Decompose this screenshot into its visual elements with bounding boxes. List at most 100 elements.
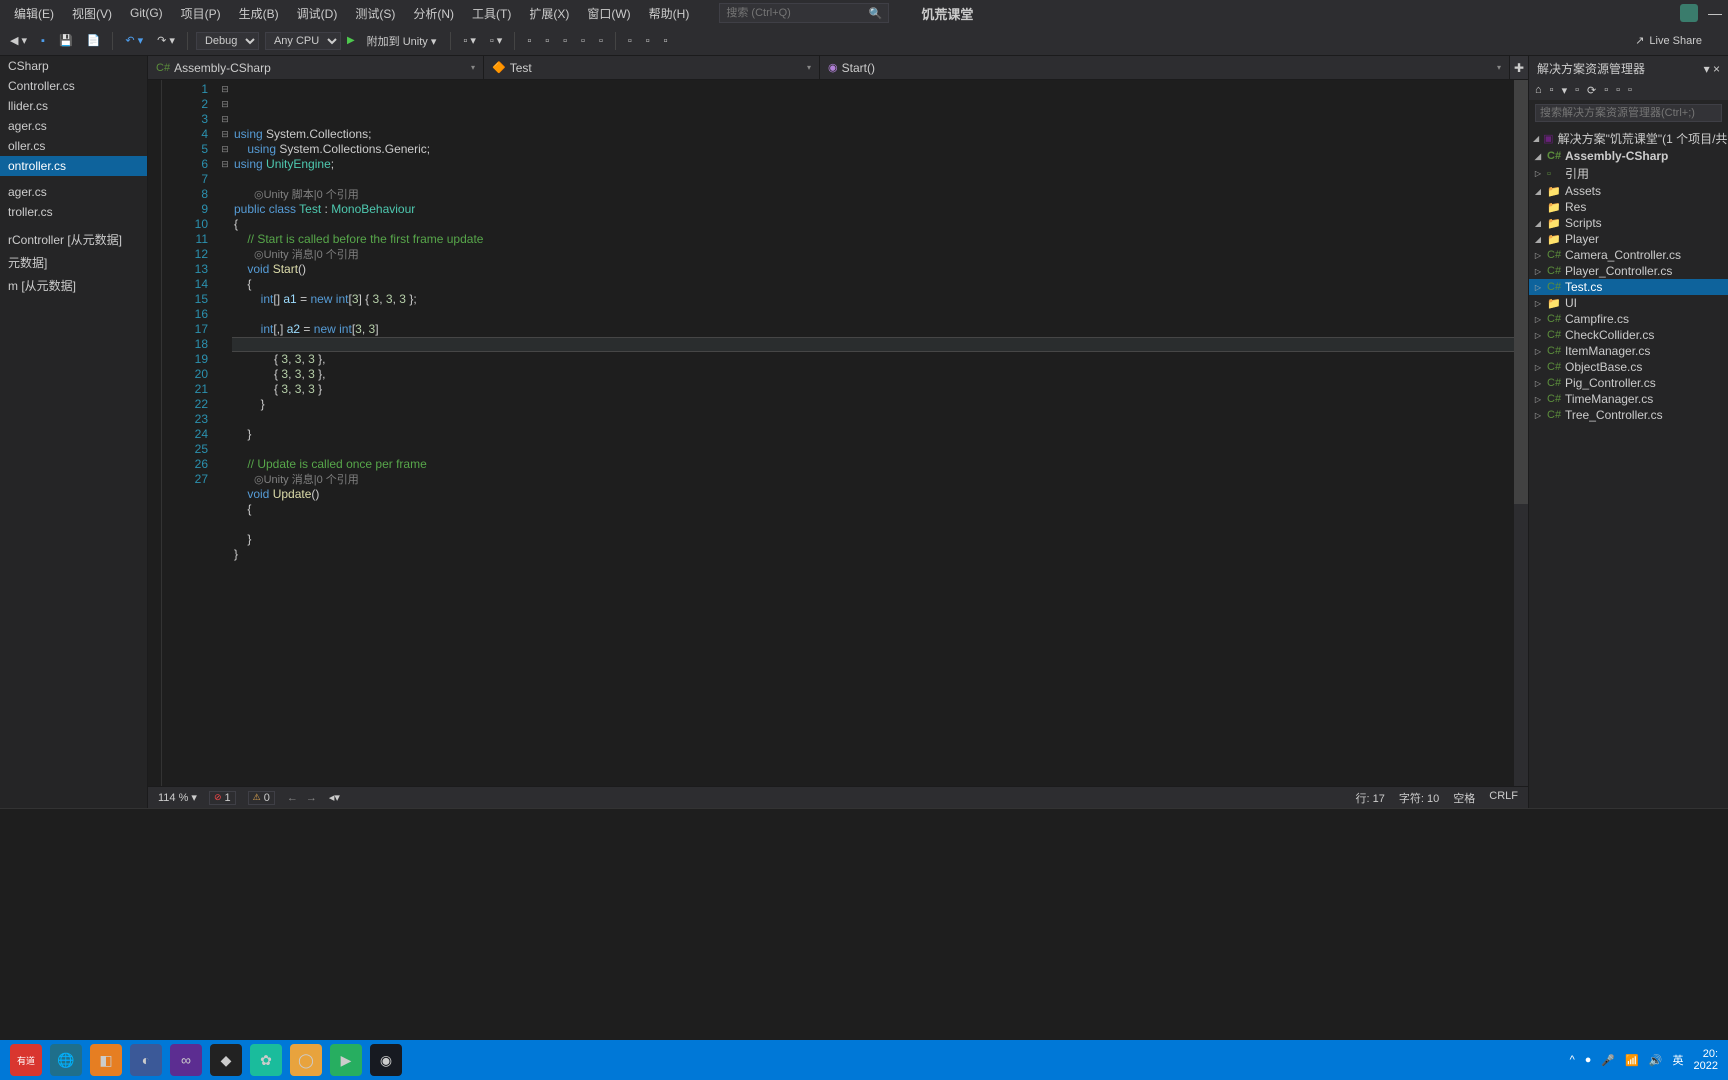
menu-extensions[interactable]: 扩展(X) [521, 2, 577, 25]
toolbar-btn-9[interactable]: ▫ [642, 33, 654, 49]
taskbar-app[interactable]: 有道 [10, 1044, 42, 1076]
tree-node[interactable]: ▷C#Pig_Controller.cs [1529, 375, 1728, 391]
solution-platform-dropdown[interactable]: Any CPU [265, 32, 341, 50]
tree-node[interactable]: 📁Res [1529, 199, 1728, 215]
open-file-item[interactable]: rController [从元数据] [0, 228, 147, 251]
flag-icon[interactable]: ◂▾ [329, 791, 340, 804]
save-button[interactable]: 💾 [55, 32, 77, 49]
tray-ime[interactable]: 英 [1673, 1052, 1684, 1068]
back-button[interactable]: ◀ ▾ [6, 32, 31, 49]
taskbar-app[interactable]: ▶ [330, 1044, 362, 1076]
tree-node[interactable]: ◢📁Player [1529, 231, 1728, 247]
solution-config-dropdown[interactable]: Debug [196, 32, 259, 50]
menu-git[interactable]: Git(G) [122, 3, 171, 23]
toolbar-btn-8[interactable]: ▫ [624, 33, 636, 49]
menu-analyze[interactable]: 分析(N) [405, 2, 462, 25]
breadcrumb-project[interactable]: C# Assembly-CSharp ▾ [148, 56, 484, 79]
open-file-item[interactable]: ager.cs [0, 116, 147, 136]
open-file-item[interactable]: ager.cs [0, 182, 147, 202]
open-file-item[interactable]: llider.cs [0, 96, 147, 116]
taskbar-app[interactable]: ◯ [290, 1044, 322, 1076]
solution-search-input[interactable] [1535, 104, 1722, 122]
panel-dropdown-icon[interactable]: ▾ × [1704, 62, 1720, 76]
taskbar-unity[interactable]: ◆ [210, 1044, 242, 1076]
toolbar-btn-3[interactable]: ▫ [523, 33, 535, 49]
toolbar-btn-6[interactable]: ▫ [577, 33, 589, 49]
tray-volume-icon[interactable]: 🔊 [1649, 1054, 1663, 1067]
breadcrumb-member[interactable]: ◉ Start() ▾ [820, 56, 1510, 79]
tree-node[interactable]: ▷C#TimeManager.cs [1529, 391, 1728, 407]
user-avatar[interactable] [1680, 4, 1698, 22]
tree-node[interactable]: ▷C#Campfire.cs [1529, 311, 1728, 327]
menu-tools[interactable]: 工具(T) [464, 2, 519, 25]
tray-mic-icon[interactable]: 🎤 [1601, 1054, 1615, 1067]
minimize-button[interactable]: — [1708, 5, 1722, 21]
menu-test[interactable]: 测试(S) [347, 2, 403, 25]
tray-chevron-up-icon[interactable]: ^ [1570, 1054, 1575, 1066]
zoom-level[interactable]: 114 % ▾ [158, 791, 197, 804]
tray-network-icon[interactable]: 📶 [1625, 1054, 1639, 1067]
tree-node[interactable]: ▷▫引用 [1529, 164, 1728, 183]
split-editor-button[interactable]: ✚ [1510, 56, 1528, 79]
se-btn[interactable]: ▫ [1604, 84, 1608, 97]
taskbar-steam[interactable]: ◉ [370, 1044, 402, 1076]
toolbar-btn-4[interactable]: ▫ [541, 33, 553, 49]
se-btn[interactable]: ▫ [1575, 84, 1579, 97]
indent-mode[interactable]: 空格 [1453, 790, 1475, 806]
vertical-scrollbar[interactable] [1514, 80, 1528, 786]
toolbar-btn-7[interactable]: ▫ [595, 33, 607, 49]
toolbar-btn-5[interactable]: ▫ [559, 33, 571, 49]
breadcrumb-type[interactable]: 🔶 Test ▾ [484, 56, 820, 79]
tree-node[interactable]: ▷C#Camera_Controller.cs [1529, 247, 1728, 263]
taskbar-app[interactable]: ◧ [90, 1044, 122, 1076]
live-share-button[interactable]: ↗ Live Share [1635, 34, 1702, 47]
open-file-item[interactable]: troller.cs [0, 202, 147, 222]
open-file-item[interactable]: ontroller.cs [0, 156, 147, 176]
tree-node[interactable]: ▷C#Test.cs [1529, 279, 1728, 295]
se-sync-button[interactable]: ⟳ [1587, 84, 1596, 97]
se-btn[interactable]: ▾ [1562, 84, 1568, 97]
open-file-item[interactable]: oller.cs [0, 136, 147, 156]
tree-node[interactable]: ▷C#Tree_Controller.cs [1529, 407, 1728, 423]
se-btn[interactable]: ▫ [1550, 84, 1554, 97]
menu-help[interactable]: 帮助(H) [641, 2, 698, 25]
redo-button[interactable]: ↷ ▾ [153, 32, 179, 49]
fold-column[interactable]: ⊟⊟⊟⊟⊟⊟ [218, 80, 232, 786]
error-count[interactable]: ⊘1 [209, 791, 236, 805]
quick-search[interactable]: 🔍 [719, 3, 889, 23]
toolbar-btn-10[interactable]: ▫ [660, 33, 672, 49]
taskbar-edge[interactable]: 🌐 [50, 1044, 82, 1076]
taskbar-app[interactable]: ◐ [130, 1044, 162, 1076]
tree-node[interactable]: ◢📁Assets [1529, 183, 1728, 199]
solution-tree[interactable]: ◢▣解决方案"饥荒课堂"(1 个项目/共 1 个) ◢C#Assembly-CS… [1529, 125, 1728, 808]
open-file-item[interactable]: Controller.cs [0, 76, 147, 96]
toolbar-btn-1[interactable]: ▫ ▾ [459, 32, 479, 49]
tree-node[interactable]: ▷📁UI [1529, 295, 1728, 311]
tree-node[interactable]: ▷C#ObjectBase.cs [1529, 359, 1728, 375]
solution-node[interactable]: ◢▣解决方案"饥荒课堂"(1 个项目/共 1 个) [1529, 129, 1728, 148]
tree-node[interactable]: ◢📁Scripts [1529, 215, 1728, 231]
tree-node[interactable]: ▷C#Player_Controller.cs [1529, 263, 1728, 279]
quick-search-input[interactable] [726, 7, 882, 19]
code-content[interactable]: using System.Collections; using System.C… [232, 80, 1528, 786]
menu-debug[interactable]: 调试(D) [289, 2, 346, 25]
open-file-item[interactable]: m [从元数据] [0, 274, 147, 297]
menu-edit[interactable]: 编辑(E) [6, 2, 62, 25]
tree-node[interactable]: ▷C#CheckCollider.cs [1529, 327, 1728, 343]
nav-arrows[interactable]: ←→ [287, 792, 317, 804]
new-file-button[interactable]: ▪ [37, 33, 49, 49]
system-tray[interactable]: ^ ● 🎤 📶 🔊 英 20: 2022 [1570, 1048, 1718, 1072]
se-btn[interactable]: ▫ [1616, 84, 1620, 97]
undo-button[interactable]: ↶ ▾ [121, 32, 147, 49]
menu-view[interactable]: 视图(V) [64, 2, 120, 25]
menu-project[interactable]: 项目(P) [173, 2, 229, 25]
warning-count[interactable]: ⚠0 [248, 791, 275, 805]
taskbar-app[interactable]: ✿ [250, 1044, 282, 1076]
se-home-button[interactable]: ⌂ [1535, 84, 1542, 97]
save-all-button[interactable]: 📄 [83, 32, 105, 49]
toolbar-btn-2[interactable]: ▫ ▾ [486, 32, 506, 49]
se-btn[interactable]: ▫ [1628, 84, 1632, 97]
open-file-item[interactable]: CSharp [0, 56, 147, 76]
menu-build[interactable]: 生成(B) [231, 2, 287, 25]
open-file-item[interactable]: 元数据] [0, 251, 147, 274]
